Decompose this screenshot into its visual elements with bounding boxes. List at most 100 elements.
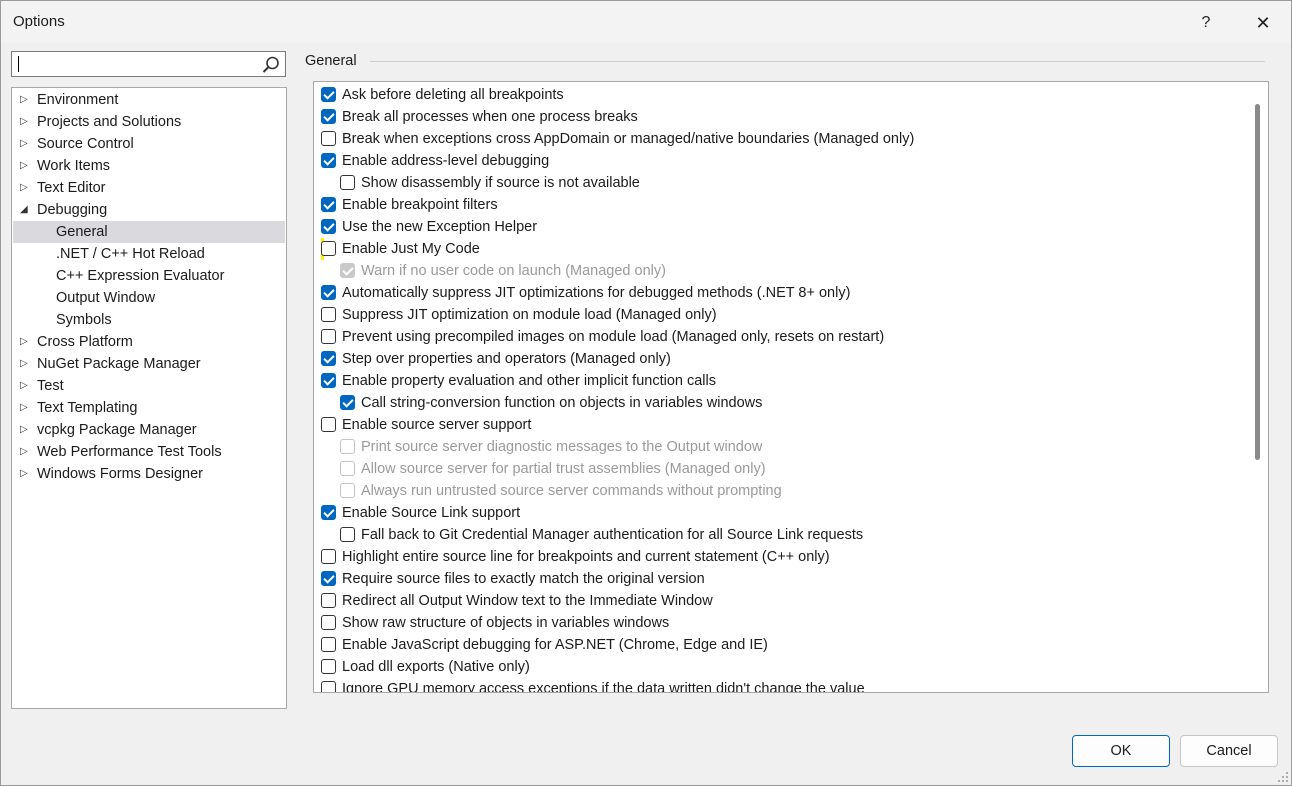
- tree-item-label: Web Performance Test Tools: [37, 444, 222, 460]
- option-label: Ignore GPU memory access exceptions if t…: [342, 681, 865, 693]
- tree-item[interactable]: ▷ Windows Forms Designer: [13, 463, 285, 485]
- option-row[interactable]: Enable Just My Code: [321, 238, 480, 260]
- tree-item[interactable]: C++ Expression Evaluator: [13, 265, 285, 287]
- option-label: Enable property evaluation and other imp…: [342, 373, 716, 389]
- option-checkbox[interactable]: [321, 153, 336, 168]
- option-checkbox[interactable]: [321, 241, 336, 256]
- option-label: Call string-conversion function on objec…: [361, 395, 763, 411]
- expand-arrow-icon[interactable]: ▷: [20, 375, 32, 397]
- category-tree: ▷ Environment ▷ Projects and Solutions ▷ Sour…: [11, 87, 287, 709]
- search-input[interactable]: [11, 51, 286, 77]
- expand-arrow-icon[interactable]: ▷: [20, 419, 32, 441]
- option-checkbox[interactable]: [321, 87, 336, 102]
- expand-arrow-icon[interactable]: ▷: [20, 331, 32, 353]
- option-checkbox[interactable]: [340, 527, 355, 542]
- option-checkbox[interactable]: [321, 351, 336, 366]
- window-title: Options: [13, 13, 65, 30]
- section-divider: [370, 61, 1265, 62]
- expand-arrow-icon[interactable]: ▷: [20, 133, 32, 155]
- scrollbar-thumb[interactable]: [1255, 104, 1260, 460]
- tree-item[interactable]: ◢ Debugging: [13, 199, 285, 221]
- close-button[interactable]: ✕: [1248, 9, 1278, 37]
- tree-item-label: Symbols: [56, 312, 112, 328]
- tree-item[interactable]: ▷ Environment: [13, 89, 285, 111]
- option-checkbox[interactable]: [321, 681, 336, 692]
- option-label: Ask before deleting all breakpoints: [342, 87, 564, 103]
- tree-item-label: Work Items: [37, 158, 111, 174]
- tree-item-label: Text Templating: [37, 400, 138, 416]
- tree-item[interactable]: .NET / C++ Hot Reload: [13, 243, 285, 265]
- option-checkbox[interactable]: [321, 307, 336, 322]
- expand-arrow-icon[interactable]: ▷: [20, 111, 32, 133]
- option-label: Fall back to Git Credential Manager auth…: [361, 527, 864, 543]
- tree-item[interactable]: General: [13, 221, 285, 243]
- option-checkbox[interactable]: [321, 571, 336, 586]
- option-checkbox[interactable]: [321, 615, 336, 630]
- tree-item-label: NuGet Package Manager: [37, 356, 201, 372]
- option-checkbox[interactable]: [321, 659, 336, 674]
- tree-item[interactable]: ▷ Projects and Solutions: [13, 111, 285, 133]
- cancel-button[interactable]: Cancel: [1180, 735, 1278, 767]
- expand-arrow-icon[interactable]: ▷: [20, 155, 32, 177]
- expand-arrow-icon[interactable]: ▷: [20, 397, 32, 419]
- option-checkbox[interactable]: [321, 131, 336, 146]
- option-checkbox[interactable]: [321, 197, 336, 212]
- tree-item[interactable]: ▷ Work Items: [13, 155, 285, 177]
- option-checkbox[interactable]: [321, 417, 336, 432]
- tree-item-label: Projects and Solutions: [37, 114, 182, 130]
- option-label: Enable Source Link support: [342, 505, 521, 521]
- tree-item[interactable]: ▷ Source Control: [13, 133, 285, 155]
- tree-item[interactable]: ▷ Text Templating: [13, 397, 285, 419]
- tree-item-label: Cross Platform: [37, 334, 133, 350]
- tree-item[interactable]: Symbols: [13, 309, 285, 331]
- option-checkbox[interactable]: [321, 329, 336, 344]
- option-checkbox[interactable]: [321, 593, 336, 608]
- option-checkbox: [340, 483, 355, 498]
- tree-item-label: Debugging: [37, 202, 108, 218]
- expand-arrow-icon[interactable]: ▷: [20, 353, 32, 375]
- option-label: Show raw structure of objects in variabl…: [342, 615, 670, 631]
- option-checkbox[interactable]: [340, 395, 355, 410]
- option-checkbox[interactable]: [321, 219, 336, 234]
- option-label: Enable address-level debugging: [342, 153, 550, 169]
- expand-arrow-icon[interactable]: ▷: [20, 177, 32, 199]
- tree-item[interactable]: ▷ Cross Platform: [13, 331, 285, 353]
- tree-item[interactable]: ▷ Text Editor: [13, 177, 285, 199]
- option-label: Enable Just My Code: [342, 241, 480, 257]
- tree-item-label: vcpkg Package Manager: [37, 422, 197, 438]
- option-checkbox[interactable]: [321, 109, 336, 124]
- option-label: Enable source server support: [342, 417, 532, 433]
- options-scrollbar[interactable]: [1248, 82, 1268, 692]
- text-caret: [18, 56, 19, 72]
- option-checkbox[interactable]: [340, 175, 355, 190]
- tree-item-label: Source Control: [37, 136, 134, 152]
- options-list: Ask before deleting all breakpoints Break…: [313, 81, 1269, 693]
- option-checkbox[interactable]: [321, 637, 336, 652]
- expand-arrow-icon[interactable]: ▷: [20, 441, 32, 463]
- tree-item[interactable]: ▷ Web Performance Test Tools: [13, 441, 285, 463]
- option-label: Highlight entire source line for breakpo…: [342, 549, 830, 565]
- tree-item-label: Output Window: [56, 290, 156, 306]
- option-checkbox[interactable]: [321, 505, 336, 520]
- tree-item-label: Environment: [37, 92, 119, 108]
- option-checkbox[interactable]: [321, 285, 336, 300]
- option-label: Prevent using precompiled images on modu…: [342, 329, 885, 345]
- option-checkbox[interactable]: [321, 549, 336, 564]
- tree-item[interactable]: ▷ Test: [13, 375, 285, 397]
- option-label: Always run untrusted source server comma…: [361, 483, 782, 499]
- resize-grip-icon[interactable]: [1277, 771, 1289, 783]
- ok-button[interactable]: OK: [1072, 735, 1170, 767]
- option-label: Load dll exports (Native only): [342, 659, 530, 675]
- collapse-arrow-icon[interactable]: ◢: [20, 199, 32, 221]
- help-button[interactable]: ?: [1191, 9, 1221, 37]
- search-icon[interactable]: [261, 55, 281, 75]
- tree-item[interactable]: ▷ vcpkg Package Manager: [13, 419, 285, 441]
- tree-item-label: Windows Forms Designer: [37, 466, 203, 482]
- tree-item[interactable]: Output Window: [13, 287, 285, 309]
- option-label: Allow source server for partial trust as…: [361, 461, 766, 477]
- tree-item[interactable]: ▷ NuGet Package Manager: [13, 353, 285, 375]
- expand-arrow-icon[interactable]: ▷: [20, 463, 32, 485]
- option-checkbox[interactable]: [321, 373, 336, 388]
- expand-arrow-icon[interactable]: ▷: [20, 89, 32, 111]
- option-label: Require source files to exactly match th…: [342, 571, 705, 587]
